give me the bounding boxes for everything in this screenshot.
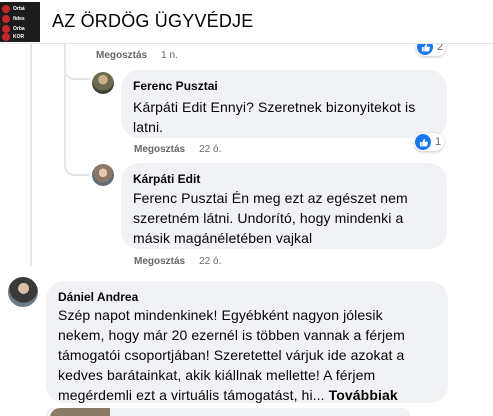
- comment-text-line: kedves barátainkat, akik kiállnak mellet…: [58, 367, 376, 383]
- thumbnail-dot-icon: [2, 15, 10, 23]
- avatar[interactable]: [92, 164, 114, 186]
- comment-text-line: szeretném látni. Undorító, hogy mindenki…: [133, 210, 404, 226]
- reaction-badge[interactable]: 1: [414, 133, 445, 151]
- comment-text: Szép napot mindenkinek! Egyébként nagyon…: [58, 305, 436, 405]
- comment-text-line: támogatói csoportjában! Szeretettel várj…: [58, 347, 405, 363]
- comment-text-line: Kárpáti Edit Ennyi? Szeretnek bizonyitek…: [133, 99, 416, 115]
- comment-text-fragment: megérdemli ezt a virtuális támogatást, h…: [58, 387, 325, 403]
- reply-meta: Megosztás 22 ó.: [134, 256, 221, 267]
- reply-bubble: Kárpáti Edit Ferenc Pusztai Én meg ezt a…: [121, 163, 447, 249]
- reply-bubble: Ferenc Pusztai Kárpáti Edit Ennyi? Szere…: [121, 70, 447, 138]
- reaction-count: 1: [435, 136, 442, 148]
- comment-bubble: Dániel Andrea Szép napot mindenkinek! Eg…: [46, 281, 448, 403]
- thumbnail-dot-icon: [2, 25, 10, 33]
- thumbnail-dot-icon: [2, 5, 10, 13]
- like-icon: [415, 134, 431, 150]
- comment-text-line: másik magánéletében vajkal: [133, 230, 313, 246]
- comment-timestamp[interactable]: 22 ó.: [199, 144, 221, 155]
- see-more-link[interactable]: Továbbiak: [329, 387, 398, 403]
- comment-author[interactable]: Ferenc Pusztai: [133, 78, 435, 94]
- thumbnail-row: KOR: [2, 33, 38, 41]
- comment-text: Kárpáti Edit Ennyi? Szeretnek bizonyitek…: [133, 97, 435, 137]
- thumbnail-text: Orbá: [13, 6, 25, 12]
- comment-text-line: Szép napot mindenkinek! Egyébként nagyon…: [58, 307, 383, 323]
- prev-comment-meta: Megosztás 1 n.: [96, 50, 178, 61]
- preview-image: [50, 408, 110, 416]
- group-header: Orbá fides Orba KOR AZ ÖRDÖG ÜGYVÉDJE: [0, 0, 493, 44]
- thumbnail-row: Orba: [2, 25, 38, 33]
- next-post-preview: [46, 408, 410, 416]
- share-link[interactable]: Megosztás: [134, 144, 185, 155]
- comment-text: Ferenc Pusztai Én meg ezt az egészet nem…: [133, 188, 435, 248]
- reply-meta: Megosztás 22 ó.: [134, 144, 221, 155]
- comment-text-line: nekem, hogy már 20 ezernél is többen van…: [58, 327, 405, 343]
- comment-text-line: latni.: [133, 119, 164, 135]
- thumbnail-text: Orba: [13, 26, 25, 32]
- comment-timestamp[interactable]: 1 n.: [161, 50, 178, 61]
- comment-text-line: megérdemli ezt a virtuális támogatást, h…: [58, 385, 436, 405]
- avatar[interactable]: [8, 277, 38, 307]
- thread-elbow: [64, 44, 90, 176]
- share-link[interactable]: Megosztás: [134, 256, 185, 267]
- comment-timestamp[interactable]: 22 ó.: [199, 256, 221, 267]
- comment-author[interactable]: Kárpáti Edit: [133, 171, 435, 187]
- share-link[interactable]: Megosztás: [96, 50, 147, 61]
- thumbnail-row: Orbá: [2, 5, 38, 13]
- group-title[interactable]: AZ ÖRDÖG ÜGYVÉDJE: [52, 11, 253, 32]
- comment-author[interactable]: Dániel Andrea: [58, 289, 436, 305]
- avatar[interactable]: [92, 72, 114, 94]
- thumbnail-text: KOR: [13, 34, 25, 40]
- comment-text-line: Ferenc Pusztai Én meg ezt az egészet nem: [133, 190, 408, 206]
- thumbnail-dot-icon: [2, 33, 10, 41]
- thread-line: [30, 44, 32, 266]
- thumbnail-text: fides: [13, 16, 25, 22]
- thumbnail-row: fides: [2, 15, 38, 23]
- group-thumbnail[interactable]: Orbá fides Orba KOR: [0, 2, 40, 42]
